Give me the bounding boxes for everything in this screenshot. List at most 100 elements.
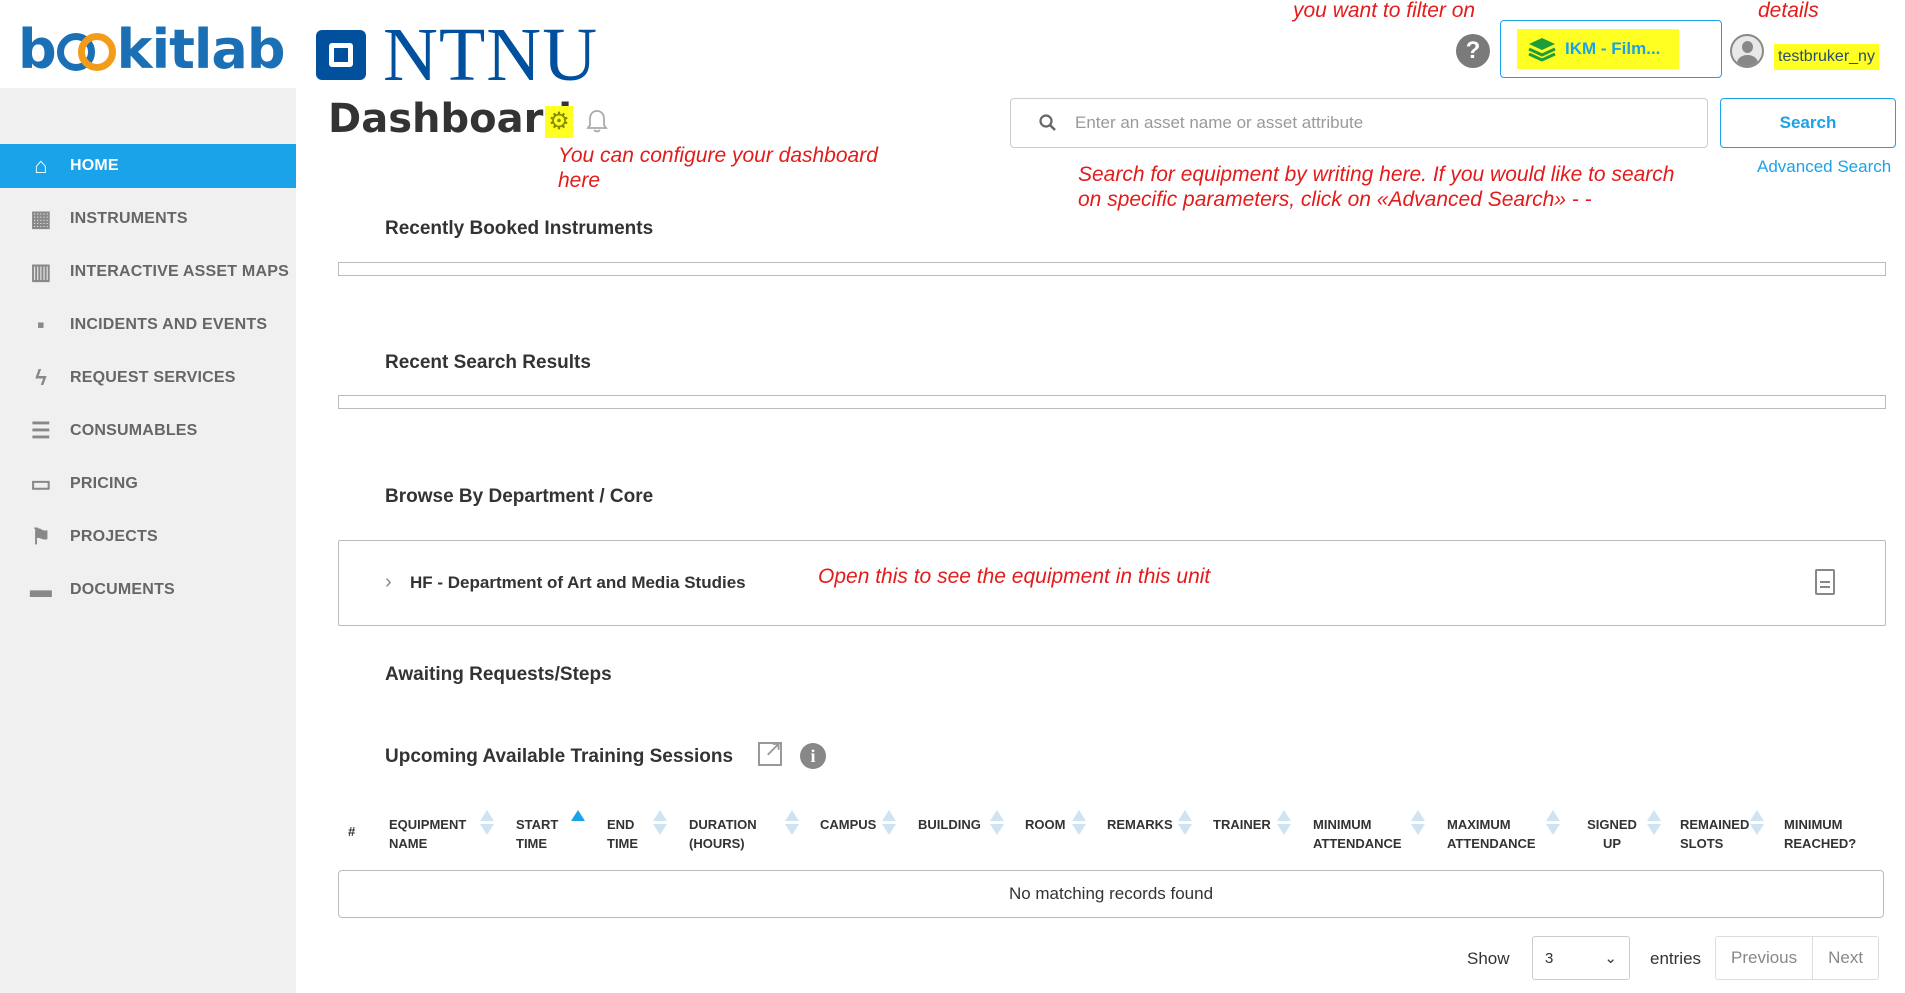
annotation-search: Search for equipment by writing here. If… xyxy=(1078,163,1675,211)
calendar-icon: ▦ xyxy=(30,206,52,231)
user-avatar-icon[interactable] xyxy=(1730,34,1764,68)
table-header-start[interactable]: START TIME xyxy=(516,815,566,853)
search-input[interactable] xyxy=(1075,113,1635,133)
info-icon[interactable]: i xyxy=(800,743,826,769)
list-icon: ☰ xyxy=(31,418,51,443)
search-icon xyxy=(1039,114,1056,131)
table-header-index: # xyxy=(348,824,356,839)
sort-icon[interactable] xyxy=(653,808,667,838)
section-training: Upcoming Available Training Sessions xyxy=(385,746,734,767)
sidebar-item-label: CONSUMABLES xyxy=(70,422,198,439)
logo-area: b kitlab xyxy=(0,0,296,88)
annotation-department: Open this to see the equipment in this u… xyxy=(818,565,1211,588)
layers-icon xyxy=(1528,38,1556,62)
section-recently-booked: Recently Booked Instruments xyxy=(385,218,654,239)
table-header-equipment[interactable]: EQUIPMENT NAME xyxy=(389,815,474,853)
table-header-min-attendance[interactable]: MINIMUM ATTENDANCE xyxy=(1313,815,1413,853)
department-label[interactable]: HF - Department of Art and Media Studies xyxy=(410,573,746,593)
table-header-remained-slots[interactable]: REMAINED SLOTS xyxy=(1680,815,1760,853)
sidebar-item-label: REQUEST SERVICES xyxy=(70,369,236,386)
sort-icon[interactable] xyxy=(882,808,896,838)
sidebar-item-home[interactable]: ⌂ HOME xyxy=(0,144,296,188)
folder-icon: ▬ xyxy=(29,577,53,602)
chat-icon: ▪ xyxy=(37,312,45,337)
sidebar-item-documents[interactable]: ▬ DOCUMENTS xyxy=(0,568,296,612)
sidebar-item-projects[interactable]: ⚑ PROJECTS xyxy=(0,515,296,559)
sort-icon[interactable] xyxy=(990,808,1004,838)
sidebar-item-label: INCIDENTS AND EVENTS xyxy=(70,316,268,333)
show-label: Show xyxy=(1467,949,1510,968)
sidebar-item-request-services[interactable]: ϟ REQUEST SERVICES xyxy=(0,356,296,400)
next-button[interactable]: Next xyxy=(1812,937,1878,979)
sidebar-item-instruments[interactable]: ▦ INSTRUMENTS xyxy=(0,197,296,241)
table-header-end[interactable]: END TIME xyxy=(607,815,647,853)
sidebar-item-incidents[interactable]: ▪ INCIDENTS AND EVENTS xyxy=(0,303,296,347)
annotation-filter: you want to filter on xyxy=(1293,0,1476,22)
sidebar-item-label: DOCUMENTS xyxy=(70,581,175,598)
table-header-room[interactable]: ROOM xyxy=(1025,815,1065,834)
entries-label: entries xyxy=(1650,949,1702,968)
table-header-building[interactable]: BUILDING xyxy=(918,815,981,834)
advanced-search-link[interactable]: Advanced Search xyxy=(1757,157,1891,177)
table-header-campus[interactable]: CAMPUS xyxy=(820,815,876,834)
sidebar-item-pricing[interactable]: ▭ PRICING xyxy=(0,462,296,506)
section-browse: Browse By Department / Core xyxy=(385,486,654,507)
bell-icon[interactable] xyxy=(584,108,610,136)
section-recent-search: Recent Search Results xyxy=(385,352,591,373)
table-header-duration[interactable]: DURATION (HOURS) xyxy=(689,815,779,853)
table-header-signed-up[interactable]: SIGNED UP xyxy=(1582,815,1642,853)
page-title: Dashboard xyxy=(328,96,572,142)
search-button[interactable]: Search xyxy=(1720,98,1896,148)
previous-button[interactable]: Previous xyxy=(1716,937,1812,979)
sort-icon[interactable] xyxy=(1178,808,1192,838)
sort-icon[interactable] xyxy=(1546,808,1560,838)
sidebar-item-label: PRICING xyxy=(70,475,139,492)
recently-booked-list xyxy=(338,262,1886,276)
help-icon[interactable]: ? xyxy=(1456,34,1490,68)
filter-highlight: IKM - Film... xyxy=(1517,29,1679,69)
sidebar-item-label: INTERACTIVE ASSET MAPS xyxy=(70,263,289,280)
sort-icon[interactable] xyxy=(1750,808,1764,838)
section-awaiting: Awaiting Requests/Steps xyxy=(385,664,612,685)
table-header-trainer[interactable]: TRAINER xyxy=(1213,815,1271,834)
table-empty-row: No matching records found xyxy=(338,870,1884,918)
sort-icon[interactable] xyxy=(480,808,494,838)
entries-select-value: 3 xyxy=(1545,949,1554,967)
filter-label: IKM - Film... xyxy=(1565,39,1661,58)
user-name[interactable]: testbruker_ny xyxy=(1774,44,1879,70)
sort-icon[interactable] xyxy=(1647,808,1661,838)
sidebar-item-label: INSTRUMENTS xyxy=(70,210,188,227)
ntnu-logo-icon xyxy=(316,30,366,80)
filter-selector[interactable]: IKM - Film... xyxy=(1500,20,1722,78)
recent-search-list xyxy=(338,395,1886,409)
annotation-details: details xyxy=(1758,0,1819,22)
bolt-icon: ϟ xyxy=(35,365,47,390)
org-name: NTNU xyxy=(383,13,599,97)
chevron-down-icon: ⌄ xyxy=(1604,950,1617,967)
sidebar-item-asset-maps[interactable]: ▥ INTERACTIVE ASSET MAPS xyxy=(0,250,296,294)
table-header-remarks[interactable]: REMARKS xyxy=(1107,815,1173,834)
pagination: Previous Next xyxy=(1715,936,1880,980)
sort-asc-icon[interactable] xyxy=(571,808,585,838)
money-icon: ▭ xyxy=(30,471,52,496)
bookitlab-logo[interactable]: b kitlab xyxy=(18,18,285,81)
entries-select[interactable]: 3 ⌄ xyxy=(1532,936,1630,980)
sidebar-item-label: HOME xyxy=(70,157,119,174)
search-field[interactable] xyxy=(1010,98,1708,148)
sort-icon[interactable] xyxy=(1277,808,1291,838)
chevron-right-icon[interactable]: › xyxy=(385,571,392,594)
home-icon: ⌂ xyxy=(34,153,48,178)
sort-icon[interactable] xyxy=(1072,808,1086,838)
table-header-max-attendance[interactable]: MAXIMUM ATTENDANCE xyxy=(1447,815,1547,853)
annotation-configure: You can configure your dashboard here xyxy=(558,144,878,192)
table-header-minimum-reached[interactable]: MINIMUM REACHED? xyxy=(1784,815,1864,853)
sidebar-item-label: PROJECTS xyxy=(70,528,158,545)
sidebar-item-consumables[interactable]: ☰ CONSUMABLES xyxy=(0,409,296,453)
document-icon[interactable] xyxy=(1815,569,1835,595)
gear-icon[interactable]: ⚙ xyxy=(545,106,573,138)
map-icon: ▥ xyxy=(30,259,52,284)
sort-icon[interactable] xyxy=(785,808,799,838)
external-link-icon[interactable] xyxy=(758,736,782,766)
sort-icon[interactable] xyxy=(1411,808,1425,838)
flag-icon: ⚑ xyxy=(31,524,51,549)
